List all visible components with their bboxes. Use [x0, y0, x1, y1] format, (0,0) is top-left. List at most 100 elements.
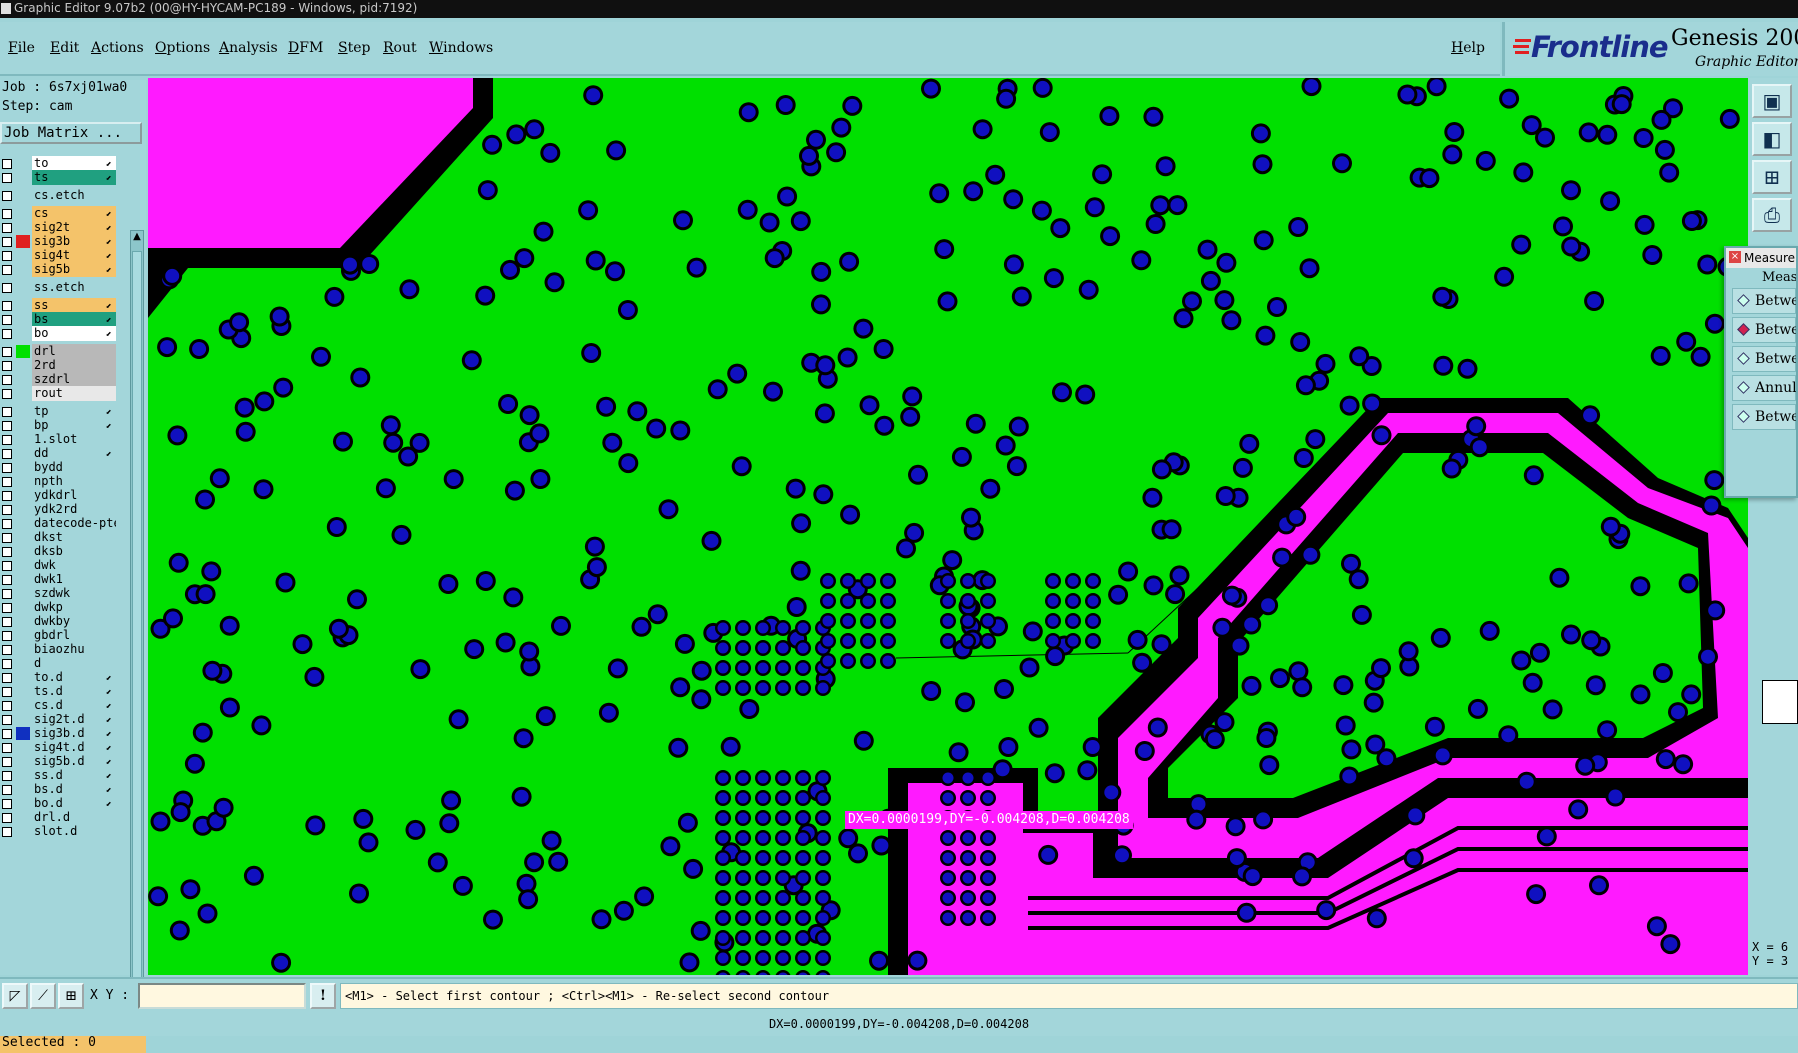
layer-row-sig3b.d[interactable]: sig3b.d ⬋ [0, 726, 118, 741]
layer-row-rout[interactable]: rout [0, 386, 118, 401]
layer-row-sig3b[interactable]: sig3b ⬋ [0, 234, 118, 249]
layer-checkbox[interactable] [2, 251, 12, 261]
layer-checkbox[interactable] [2, 771, 12, 781]
layer-checkbox[interactable] [2, 237, 12, 247]
close-icon[interactable]: × [1729, 251, 1741, 263]
layer-name[interactable]: bp ⬋ [32, 418, 116, 433]
layer-row-ydkdrl[interactable]: ydkdrl [0, 488, 118, 503]
layer-row-sig4t[interactable]: sig4t ⬋ [0, 248, 118, 263]
measure-option-4[interactable]: Annul [1732, 375, 1796, 401]
layer-name[interactable]: cs.etch [32, 188, 116, 203]
fit-icon[interactable]: ◧ [1752, 122, 1792, 156]
layer-row-drl[interactable]: drl [0, 344, 118, 359]
layer-checkbox[interactable] [2, 617, 12, 627]
layer-row-ts[interactable]: ts ⬋ [0, 170, 118, 185]
layer-checkbox[interactable] [2, 631, 12, 641]
layer-row-ydk2rd[interactable]: ydk2rd [0, 502, 118, 517]
layer-row-sig5b.d[interactable]: sig5b.d ⬋ [0, 754, 118, 769]
layer-row-ss[interactable]: ss ⬋ [0, 298, 118, 313]
xy-input[interactable] [138, 983, 306, 1009]
layer-row-szdwk[interactable]: szdwk [0, 586, 118, 601]
layer-name[interactable]: szdrl [32, 372, 116, 387]
layer-row-slot.d[interactable]: slot.d [0, 824, 118, 839]
scrollbar-thumb[interactable] [132, 251, 142, 997]
layer-row-bs.d[interactable]: bs.d ⬋ [0, 782, 118, 797]
layer-row-to[interactable]: to ⬋ [0, 156, 118, 171]
layer-checkbox[interactable] [2, 477, 12, 487]
layer-checkbox[interactable] [2, 421, 12, 431]
layer-checkbox[interactable] [2, 375, 12, 385]
layer-checkbox[interactable] [2, 389, 12, 399]
grid-icon[interactable]: ⊞ [58, 983, 84, 1009]
measure-option-5[interactable]: Betwe [1732, 404, 1796, 430]
layer-name[interactable]: bo.d ⬋ [32, 796, 116, 811]
layer-name[interactable]: bo ⬋ [32, 326, 116, 341]
layer-name[interactable]: bs ⬋ [32, 312, 116, 327]
menu-file[interactable]: File [8, 40, 35, 56]
menu-edit[interactable]: Edit [50, 40, 79, 56]
layer-row-bo.d[interactable]: bo.d ⬋ [0, 796, 118, 811]
layer-checkbox[interactable] [2, 729, 12, 739]
layer-name[interactable]: dwkp [32, 600, 116, 615]
layer-name[interactable]: to.d ⬋ [32, 670, 116, 685]
layer-name[interactable]: dwkby [32, 614, 116, 629]
layer-name[interactable]: dwk1 [32, 572, 116, 587]
layer-name[interactable]: bs.d ⬋ [32, 782, 116, 797]
measure-option-3[interactable]: Betwe [1732, 346, 1796, 372]
pcb-artwork[interactable] [148, 78, 1748, 975]
menu-windows[interactable]: Windows [429, 40, 493, 56]
layer-checkbox[interactable] [2, 645, 12, 655]
layer-checkbox[interactable] [2, 813, 12, 823]
job-matrix-button[interactable]: Job Matrix ... [0, 122, 142, 144]
layer-row-sig5b[interactable]: sig5b ⬋ [0, 262, 118, 277]
layer-checkbox[interactable] [2, 547, 12, 557]
layer-checkbox[interactable] [2, 505, 12, 515]
layer-checkbox[interactable] [2, 603, 12, 613]
layer-row-bo[interactable]: bo ⬋ [0, 326, 118, 341]
layer-name[interactable]: slot.d [32, 824, 116, 839]
layer-name[interactable]: biaozhu [32, 642, 116, 657]
layer-checkbox[interactable] [2, 347, 12, 357]
layer-row-bs[interactable]: bs ⬋ [0, 312, 118, 327]
layer-name[interactable]: tp ⬋ [32, 404, 116, 419]
layer-row-datecode-pte[interactable]: datecode-pte [0, 516, 118, 531]
layer-checkbox[interactable] [2, 173, 12, 183]
layer-name[interactable]: dkst [32, 530, 116, 545]
layer-name[interactable]: to ⬋ [32, 156, 116, 171]
layer-checkbox[interactable] [2, 827, 12, 837]
layer-row-npth[interactable]: npth [0, 474, 118, 489]
layer-scrollbar[interactable]: ▲ ▼ [130, 230, 144, 1020]
layer-name[interactable]: ydk2rd [32, 502, 116, 517]
layer-name[interactable]: sig2t ⬋ [32, 220, 116, 235]
layer-row-dwkp[interactable]: dwkp [0, 600, 118, 615]
layer-row-biaozhu[interactable]: biaozhu [0, 642, 118, 657]
exclaim-icon[interactable]: ! [310, 983, 336, 1009]
layer-row-2rd[interactable]: 2rd [0, 358, 118, 373]
layer-row-d[interactable]: d [0, 656, 118, 671]
layer-checkbox[interactable] [2, 223, 12, 233]
measure-icon[interactable]: ⟋ [30, 983, 56, 1009]
layer-checkbox[interactable] [2, 435, 12, 445]
menu-dfm[interactable]: DFM [288, 40, 323, 56]
scroll-up-icon[interactable]: ▲ [131, 231, 143, 247]
select-icon[interactable]: ◸ [2, 983, 28, 1009]
layer-name[interactable]: d [32, 656, 116, 671]
layer-name[interactable]: sig4t ⬋ [32, 248, 116, 263]
layer-checkbox[interactable] [2, 715, 12, 725]
layer-name[interactable]: cs.d ⬋ [32, 698, 116, 713]
menu-options[interactable]: Options [155, 40, 210, 56]
print-icon[interactable]: ⎙ [1752, 198, 1792, 232]
layer-name[interactable]: 1.slot [32, 432, 116, 447]
layer-row-cs.etch[interactable]: cs.etch [0, 188, 118, 203]
layer-row-sig4t.d[interactable]: sig4t.d ⬋ [0, 740, 118, 755]
layer-row-ss.d[interactable]: ss.d ⬋ [0, 768, 118, 783]
layer-name[interactable]: gbdrl [32, 628, 116, 643]
layer-name[interactable]: ss ⬋ [32, 298, 116, 313]
layer-row-1.slot[interactable]: 1.slot [0, 432, 118, 447]
layer-checkbox[interactable] [2, 589, 12, 599]
layer-row-cs[interactable]: cs ⬋ [0, 206, 118, 221]
layer-checkbox[interactable] [2, 361, 12, 371]
layer-checkbox[interactable] [2, 209, 12, 219]
layer-checkbox[interactable] [2, 687, 12, 697]
layer-row-dd[interactable]: dd ⬋ [0, 446, 118, 461]
